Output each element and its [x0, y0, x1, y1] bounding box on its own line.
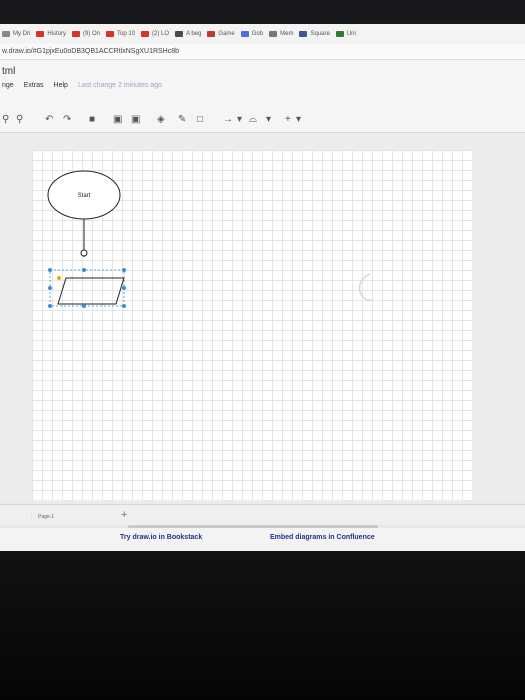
browser-screen: My Dri History (9) On Top 10 (2) LO A be…: [0, 24, 525, 551]
bookmark-item[interactable]: Top 10: [106, 31, 135, 37]
connection-icon[interactable]: →: [223, 114, 233, 126]
page-tab[interactable]: Page-1: [38, 514, 54, 520]
bookmark-icon: [335, 31, 344, 37]
youtube-icon: [106, 31, 115, 37]
resize-handle[interactable]: [82, 268, 86, 272]
youtube-icon: [36, 31, 45, 37]
to-front-icon[interactable]: ▣: [113, 114, 122, 126]
bookmark-icon: [240, 31, 249, 37]
menu-bar: nge Extras Help Last change 2 minutes ag…: [2, 82, 162, 89]
bookmark-item[interactable]: Square: [299, 31, 330, 37]
app-header: tml nge Extras Help Last change 2 minute…: [0, 60, 525, 110]
input-parallelogram[interactable]: [57, 277, 125, 305]
resize-handle[interactable]: [82, 304, 86, 308]
dropdown-arrow-icon[interactable]: ▾: [296, 114, 301, 126]
fill-color-icon[interactable]: ◈: [157, 114, 165, 126]
bookmark-item[interactable]: Uni: [335, 31, 356, 37]
bookmark-item[interactable]: Gob: [240, 31, 263, 37]
document-title[interactable]: tml: [2, 66, 15, 77]
promo-bar: Try draw.io in Bookstack Embed diagrams …: [0, 528, 525, 551]
laptop-body: [0, 551, 525, 700]
shadow-icon[interactable]: □: [197, 114, 203, 126]
address-bar[interactable]: w.draw.io/#G1pjxEu0oDB3QB1ACCRtlxNSgXU1R…: [0, 44, 525, 60]
promo-link-bookstack[interactable]: Try draw.io in Bookstack: [120, 534, 202, 541]
bookmark-item[interactable]: (2) LO: [141, 31, 169, 37]
connector-handle[interactable]: [80, 249, 88, 257]
diagram-svg: Start: [47, 170, 373, 308]
menu-extras[interactable]: Extras: [24, 82, 44, 89]
zoom-out-icon[interactable]: ⚲: [16, 114, 23, 126]
bookmark-item[interactable]: Game: [207, 31, 235, 37]
facebook-icon: [299, 31, 308, 37]
document-icon: [269, 31, 278, 37]
last-change-text[interactable]: Last change 2 minutes ago: [78, 82, 162, 89]
page-tabs-bar: ⋮ Page-1 +: [0, 504, 525, 525]
promo-link-confluence[interactable]: Embed diagrams in Confluence: [270, 534, 375, 541]
bookmark-item[interactable]: A beg: [175, 31, 201, 37]
bezel-top: [0, 0, 525, 24]
line-color-icon[interactable]: ✎: [178, 114, 186, 126]
bookmark-item[interactable]: (9) On: [72, 31, 100, 37]
menu-arrange[interactable]: nge: [2, 82, 14, 89]
menu-help[interactable]: Help: [54, 82, 68, 89]
add-page-button[interactable]: +: [121, 509, 127, 521]
page-menu-icon[interactable]: ⋮: [29, 514, 34, 520]
youtube-icon: [72, 31, 81, 37]
start-label: Start: [78, 193, 91, 199]
resize-handle[interactable]: [48, 268, 52, 272]
rotate-handle[interactable]: [57, 276, 61, 280]
canvas-area: Start: [0, 133, 525, 502]
delete-icon[interactable]: ■: [89, 114, 95, 126]
undo-icon[interactable]: ↶: [45, 114, 53, 126]
youtube-icon: [141, 31, 150, 37]
bookmark-icon: [175, 31, 184, 37]
waypoints-icon[interactable]: ⌓: [249, 114, 257, 126]
selection-box: [49, 269, 125, 307]
bookmark-item[interactable]: My Dri: [2, 31, 30, 37]
bookmark-item[interactable]: History: [36, 31, 66, 37]
zoom-in-icon[interactable]: ⚲: [2, 114, 9, 126]
resize-handle[interactable]: [122, 304, 126, 308]
dropdown-arrow-icon[interactable]: ▾: [266, 114, 271, 126]
bookmarks-bar: My Dri History (9) On Top 10 (2) LO A be…: [0, 24, 525, 44]
bookmark-item[interactable]: Mem: [269, 31, 293, 37]
resize-handle[interactable]: [122, 268, 126, 272]
diagram-canvas[interactable]: Start: [32, 150, 472, 500]
resize-handle[interactable]: [48, 286, 52, 290]
dropdown-arrow-icon[interactable]: ▾: [237, 114, 242, 126]
canvas-mark: [359, 273, 373, 301]
bookmark-icon: [2, 31, 10, 37]
url-text: w.draw.io/#G1pjxEu0oDB3QB1ACCRtlxNSgXU1R…: [2, 48, 180, 55]
resize-handle[interactable]: [48, 304, 52, 308]
insert-icon[interactable]: +: [285, 114, 291, 126]
toolbar: ⚲ ⚲ ↶ ↷ ■ ▣ ▣ ◈ ✎ □ → ▾ ⌓ ▾ + ▾: [0, 110, 525, 133]
bookmark-icon: [207, 31, 216, 37]
resize-handle[interactable]: [122, 286, 126, 290]
to-back-icon[interactable]: ▣: [131, 114, 140, 126]
redo-icon[interactable]: ↷: [63, 114, 71, 126]
